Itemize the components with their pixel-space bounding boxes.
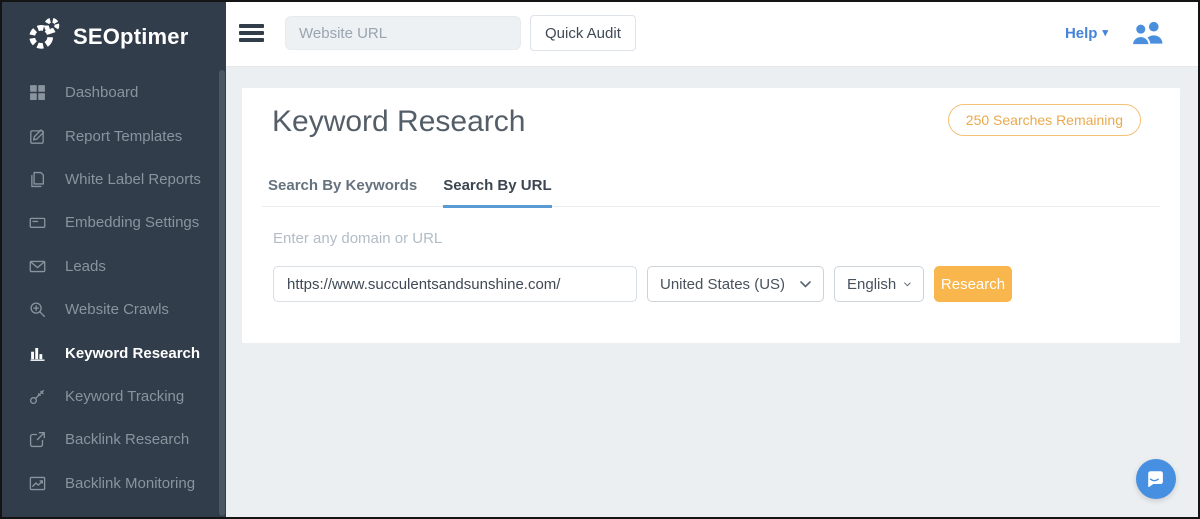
sidebar-item-backlink-research[interactable]: Backlink Research: [0, 418, 226, 461]
sidebar-scrollbar[interactable]: [219, 70, 225, 516]
keyword-research-icon: [28, 344, 46, 362]
tab-bar: Search By Keywords Search By URL: [262, 177, 1160, 207]
sidebar-item-website-crawls[interactable]: Website Crawls: [0, 288, 226, 331]
page-title: Keyword Research: [272, 105, 525, 139]
keyword-tracking-icon: [28, 387, 46, 405]
help-menu[interactable]: Help ▾: [1065, 25, 1108, 42]
main-content: Keyword Research 250 Searches Remaining …: [226, 68, 1200, 519]
chat-bubble-icon: [1145, 468, 1167, 490]
sidebar: SEOptimer Dashboard Report Templates Whi…: [0, 0, 226, 519]
website-crawls-icon: [28, 301, 46, 319]
sidebar-item-keyword-research[interactable]: Keyword Research: [0, 331, 226, 374]
language-select[interactable]: English: [834, 266, 924, 302]
report-templates-icon: [28, 127, 46, 145]
domain-field-label: Enter any domain or URL: [273, 230, 442, 247]
sidebar-item-leads[interactable]: Leads: [0, 245, 226, 288]
chevron-down-icon: [904, 281, 911, 288]
topbar-right: Help ▾: [1065, 20, 1200, 46]
tab-search-by-url[interactable]: Search By URL: [443, 177, 551, 208]
sidebar-item-keyword-tracking[interactable]: Keyword Tracking: [0, 375, 226, 418]
leads-icon: [28, 257, 46, 275]
topbar: Quick Audit Help ▾: [226, 0, 1200, 67]
chevron-down-icon: ▾: [1102, 28, 1108, 39]
search-form: United States (US) English Research: [273, 266, 1012, 302]
brand-name: SEOptimer: [73, 24, 189, 50]
sidebar-nav: Dashboard Report Templates White Label R…: [0, 71, 226, 505]
dashboard-icon: [28, 84, 46, 102]
quick-audit-button[interactable]: Quick Audit: [530, 15, 636, 51]
domain-url-input[interactable]: [273, 266, 637, 302]
sidebar-item-report-templates[interactable]: Report Templates: [0, 114, 226, 157]
brand-logo[interactable]: SEOptimer: [0, 0, 226, 58]
sidebar-item-dashboard[interactable]: Dashboard: [0, 71, 226, 114]
account-users-icon[interactable]: [1131, 20, 1164, 46]
country-select[interactable]: United States (US): [647, 266, 824, 302]
website-url-input[interactable]: [285, 16, 521, 50]
sidebar-item-backlink-monitoring[interactable]: Backlink Monitoring: [0, 462, 226, 505]
sidebar-item-white-label-reports[interactable]: White Label Reports: [0, 158, 226, 201]
chevron-down-icon: [800, 281, 811, 288]
sidebar-item-embedding-settings[interactable]: Embedding Settings: [0, 201, 226, 244]
gear-logo-icon: [26, 15, 64, 58]
tab-search-by-keywords[interactable]: Search By Keywords: [268, 177, 417, 208]
keyword-research-card: Keyword Research 250 Searches Remaining …: [242, 88, 1180, 343]
embedding-settings-icon: [28, 214, 46, 232]
chat-launcher[interactable]: [1136, 459, 1176, 499]
menu-icon[interactable]: [239, 21, 264, 46]
backlink-research-icon: [28, 431, 46, 449]
backlink-monitoring-icon: [28, 474, 46, 492]
searches-remaining-badge: 250 Searches Remaining: [948, 104, 1141, 136]
white-label-reports-icon: [28, 170, 46, 188]
research-button[interactable]: Research: [934, 266, 1012, 302]
